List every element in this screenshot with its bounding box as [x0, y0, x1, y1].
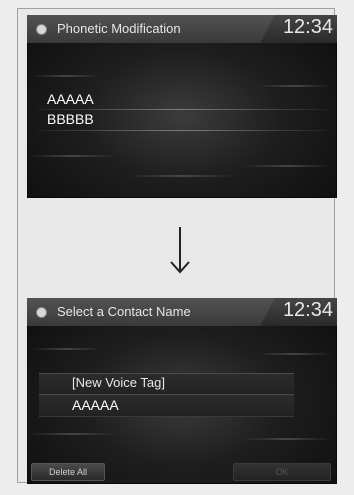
background-streak [27, 433, 117, 435]
back-icon[interactable] [36, 307, 47, 318]
row-divider [37, 130, 327, 131]
phonetic-modification-screen: Phonetic Modification 12:34 AAAAA BBBBB [27, 15, 337, 198]
select-contact-name-screen: Select a Contact Name 12:34 [New Voice T… [27, 298, 337, 484]
title-bar: Phonetic Modification 12:34 [27, 15, 337, 43]
background-streak [257, 85, 332, 87]
background-streak [31, 348, 101, 350]
list-item[interactable]: AAAAA [72, 397, 119, 413]
list-item[interactable]: [New Voice Tag] [72, 375, 165, 390]
back-icon[interactable] [36, 24, 47, 35]
background-streak [242, 438, 332, 440]
clock: 12:34 [282, 299, 333, 321]
down-arrow-icon [170, 227, 190, 274]
row-divider [37, 109, 327, 110]
ok-button[interactable]: OK [233, 463, 331, 481]
background-streak [27, 155, 117, 157]
clock: 12:34 [282, 16, 333, 38]
screen-title: Select a Contact Name [57, 304, 191, 319]
screen-title: Phonetic Modification [57, 21, 181, 36]
background-streak [242, 165, 332, 167]
list-item[interactable]: AAAAA [47, 91, 94, 107]
list-item[interactable]: BBBBB [47, 111, 94, 127]
delete-all-button[interactable]: Delete All [31, 463, 105, 481]
title-bar: Select a Contact Name 12:34 [27, 298, 337, 326]
background-streak [31, 75, 101, 77]
background-streak [127, 175, 237, 177]
background-streak [257, 353, 332, 355]
